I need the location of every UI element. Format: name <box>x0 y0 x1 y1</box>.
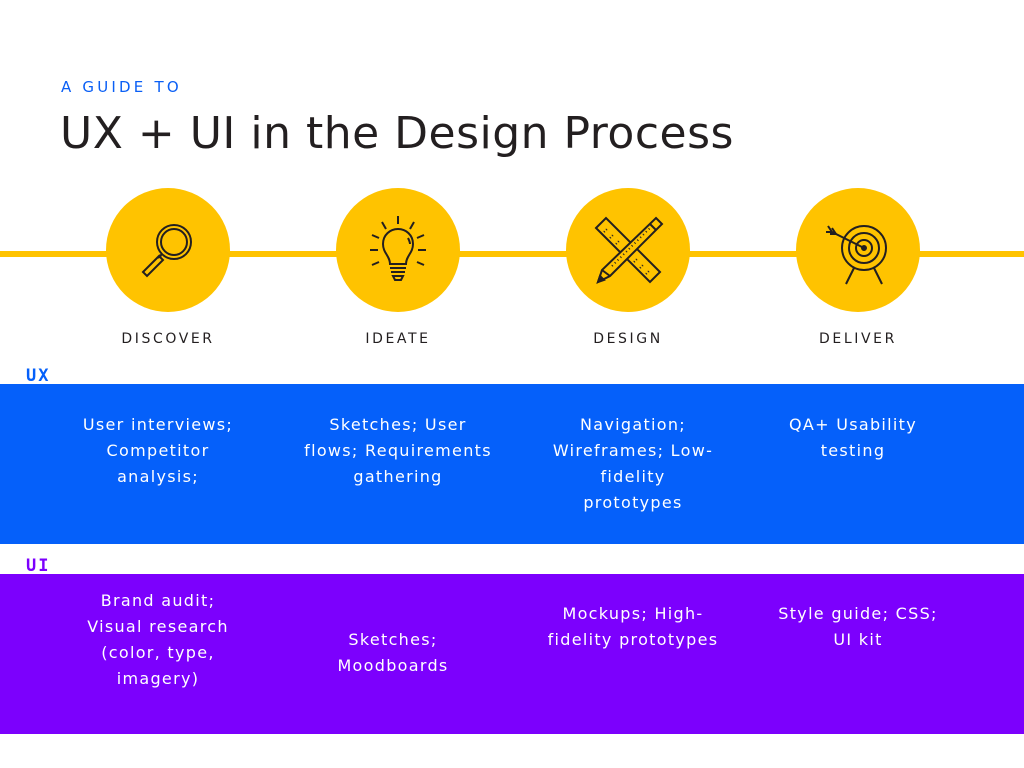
page-title: UX + UI in the Design Process <box>60 108 734 159</box>
ui-cell-design: Mockups; High-fidelity prototypes <box>547 604 719 649</box>
ui-band: Brand audit; Visual research (color, typ… <box>0 574 1024 734</box>
stage-design-circle <box>566 188 690 312</box>
lightbulb-icon <box>370 216 426 281</box>
magnifying-glass-icon <box>141 224 192 278</box>
ui-cell-ideate: Sketches; Moodboards <box>337 630 449 675</box>
ui-row-label: UI <box>26 556 51 576</box>
ux-cell-ideate: Sketches; User flows; Requirements gathe… <box>304 415 492 486</box>
ux-cell-deliver: QA+ Usability testing <box>788 415 918 460</box>
pencil-ruler-icon <box>594 216 664 284</box>
stage-deliver-circle <box>796 188 920 312</box>
ui-cell-discover: Brand audit; Visual research (color, typ… <box>87 591 229 688</box>
stage-discover-circle <box>106 188 230 312</box>
ux-cell-design: Navigation; Wireframes; Low-fidelity pro… <box>552 415 714 512</box>
kicker: A GUIDE TO <box>61 78 182 96</box>
stage-label-ideate: IDEATE <box>365 331 431 347</box>
stage-label-discover: DISCOVER <box>121 331 215 347</box>
target-arrow-icon <box>826 225 887 285</box>
stage-label-deliver: DELIVER <box>819 331 897 347</box>
ux-row-label: UX <box>26 366 51 386</box>
stage-ideate-circle <box>336 188 460 312</box>
ui-cell-deliver: Style guide; CSS; UI kit <box>778 604 938 649</box>
ux-cell-discover: User interviews; Competitor analysis; <box>82 415 234 486</box>
ux-band: User interviews; Competitor analysis; Sk… <box>0 384 1024 544</box>
stage-label-design: DESIGN <box>593 331 663 347</box>
